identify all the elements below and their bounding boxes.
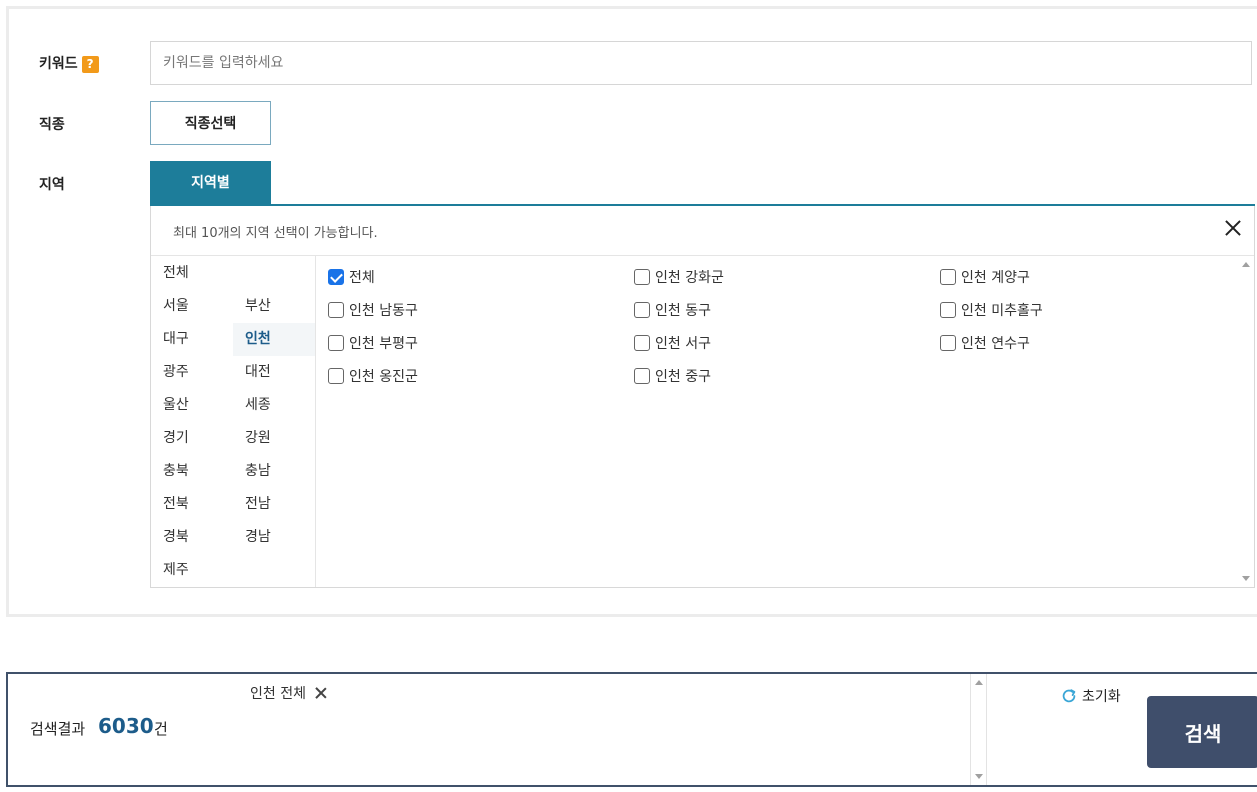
gugun-label: 인천 강화군 [655, 270, 724, 286]
selected-chip: 인천 전체 [250, 683, 328, 703]
sido-item[interactable]: 강원 [233, 422, 315, 455]
gugun-label: 인천 연수구 [961, 336, 1030, 352]
scroll-down-icon[interactable] [975, 774, 983, 779]
refresh-icon [1062, 689, 1076, 703]
region-header: 최대 10개의 지역 선택이 가능합니다. [151, 206, 1254, 256]
sido-item[interactable]: 울산 [151, 389, 233, 422]
region-notice: 최대 10개의 지역 선택이 가능합니다. [173, 226, 378, 241]
gugun-label: 전체 [349, 270, 375, 286]
checkbox[interactable] [328, 269, 344, 285]
job-label: 직종 [39, 117, 65, 133]
checkbox[interactable] [940, 269, 956, 285]
scroll-up-icon[interactable] [1242, 262, 1250, 267]
gugun-label: 인천 옹진군 [349, 369, 418, 385]
checkbox[interactable] [634, 302, 650, 318]
sido-item[interactable]: 경기 [151, 422, 233, 455]
gugun-scrollbar[interactable] [1237, 256, 1254, 587]
checkbox[interactable] [940, 302, 956, 318]
checkbox[interactable] [634, 368, 650, 384]
gugun-item[interactable]: 인천 중구 [634, 364, 711, 388]
sido-item[interactable]: 부산 [233, 290, 315, 323]
result-label: 검색결과 [30, 720, 86, 738]
region-label: 지역 [39, 177, 65, 193]
close-icon[interactable] [1220, 216, 1246, 242]
sido-item[interactable]: 경북 [151, 521, 233, 554]
sido-item[interactable]: 대전 [233, 356, 315, 389]
chip-scrollbar[interactable] [970, 674, 987, 785]
sido-item[interactable]: 제주 [151, 554, 233, 587]
result-unit: 건 [154, 720, 168, 738]
sido-item[interactable]: 인천 [233, 323, 315, 356]
checkbox[interactable] [328, 302, 344, 318]
gugun-item[interactable]: 인천 연수구 [940, 331, 1030, 355]
tab-region[interactable]: 지역별 [150, 161, 271, 206]
help-icon[interactable]: ? [81, 55, 99, 73]
scroll-down-icon[interactable] [1242, 576, 1250, 581]
search-panel: 키워드? 직종 직종선택 지역 지역별 최대 10개의 지역 선택이 가능합니다… [6, 6, 1257, 617]
gugun-label: 인천 남동구 [349, 303, 418, 319]
keyword-label-row: 키워드? [39, 53, 99, 73]
gugun-label: 인천 서구 [655, 336, 711, 352]
reset-label: 초기화 [1082, 689, 1121, 705]
gugun-item[interactable]: 전체 [328, 265, 375, 289]
search-button[interactable]: 검색 [1147, 696, 1257, 768]
checkbox[interactable] [328, 368, 344, 384]
keyword-input[interactable] [150, 41, 1252, 85]
keyword-label: 키워드 [39, 56, 78, 72]
gugun-list: 전체 인천 강화군 인천 계양구 인천 남동구 인천 동구 인천 미추홀구 인천 부평구 인천… [317, 256, 1235, 587]
sido-item[interactable]: 서울 [151, 290, 233, 323]
checkbox[interactable] [940, 335, 956, 351]
sido-list: 전체 서울 부산 대구 인천 광주 대전 울산 세종 경기 강원 충북 충남 전북 전남 경북 경남 제주 [151, 256, 316, 587]
sido-item[interactable]: 전남 [233, 488, 315, 521]
gugun-label: 인천 미추홀구 [961, 303, 1043, 319]
sido-item[interactable]: 경남 [233, 521, 315, 554]
gugun-item[interactable]: 인천 계양구 [940, 265, 1030, 289]
region-selector: 최대 10개의 지역 선택이 가능합니다. 전체 서울 부산 대구 인천 광주 대전 울산 세종… [150, 206, 1255, 588]
scroll-up-icon[interactable] [975, 680, 983, 685]
sido-item[interactable]: 전북 [151, 488, 233, 521]
job-select-button[interactable]: 직종선택 [150, 101, 271, 145]
gugun-item[interactable]: 인천 미추홀구 [940, 298, 1043, 322]
result-bar: 인천 전체 검색결과 6030 건 초기화 검색 [6, 672, 1257, 787]
gugun-label: 인천 동구 [655, 303, 711, 319]
checkbox[interactable] [634, 335, 650, 351]
sido-item[interactable]: 대구 [151, 323, 233, 356]
gugun-item[interactable]: 인천 부평구 [328, 331, 418, 355]
sido-item[interactable]: 광주 [151, 356, 233, 389]
sido-item[interactable]: 전체 [151, 257, 233, 290]
gugun-item[interactable]: 인천 옹진군 [328, 364, 418, 388]
reset-button[interactable]: 초기화 [1060, 686, 1121, 706]
gugun-label: 인천 계양구 [961, 270, 1030, 286]
gugun-item[interactable]: 인천 남동구 [328, 298, 418, 322]
sido-item[interactable]: 충남 [233, 455, 315, 488]
sido-item[interactable]: 충북 [151, 455, 233, 488]
result-count: 6030 [98, 714, 154, 738]
checkbox[interactable] [634, 269, 650, 285]
gugun-item[interactable]: 인천 강화군 [634, 265, 724, 289]
gugun-item[interactable]: 인천 동구 [634, 298, 711, 322]
gugun-item[interactable]: 인천 서구 [634, 331, 711, 355]
sido-item[interactable]: 세종 [233, 389, 315, 422]
gugun-label: 인천 중구 [655, 369, 711, 385]
selected-chip-label: 인천 전체 [250, 686, 306, 702]
chip-remove-icon[interactable] [314, 686, 328, 700]
gugun-label: 인천 부평구 [349, 336, 418, 352]
checkbox[interactable] [328, 335, 344, 351]
